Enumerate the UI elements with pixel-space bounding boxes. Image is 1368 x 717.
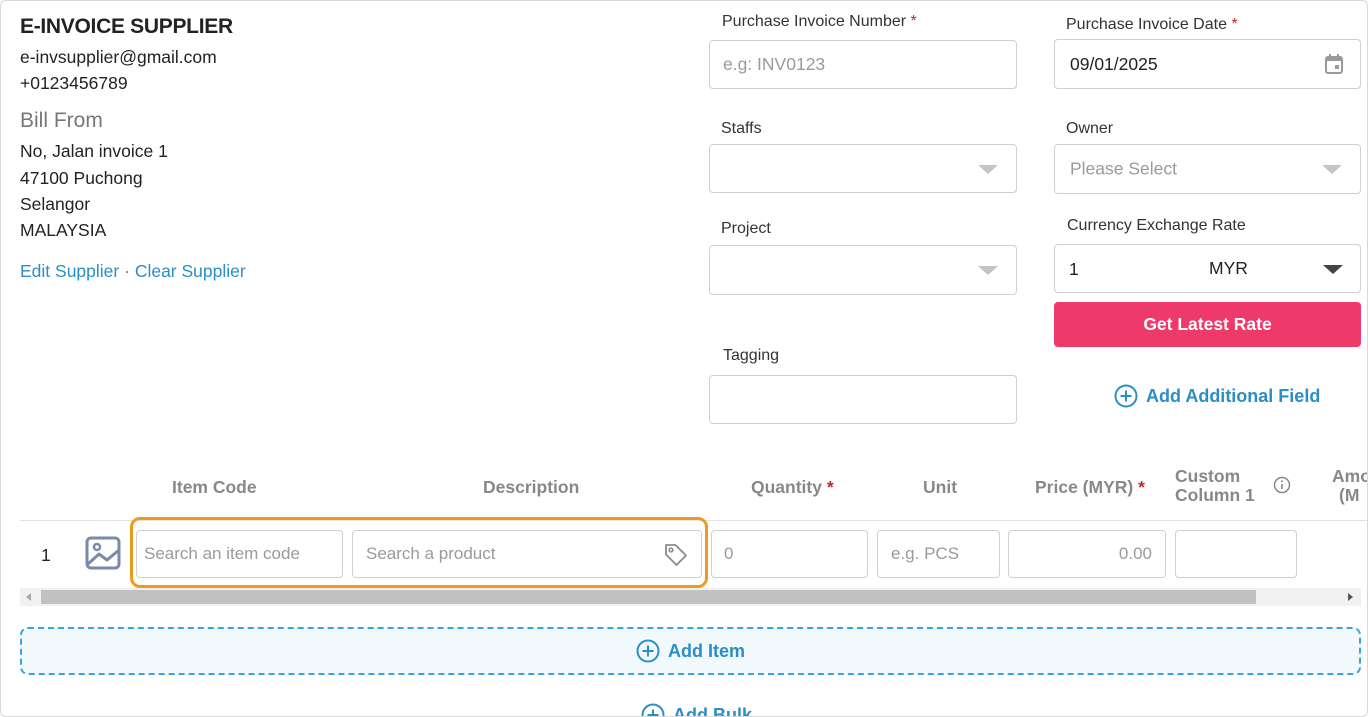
header-custom-line-2: Column 1: [1175, 485, 1255, 505]
header-unit: Unit: [923, 477, 958, 497]
add-additional-field-label: Add Additional Field: [1146, 385, 1321, 406]
invoice-number-field[interactable]: [709, 40, 1017, 89]
plus-circle-icon: [641, 703, 665, 716]
address-line-4: MALAYSIA: [20, 220, 107, 240]
invoice-number-input[interactable]: [710, 41, 1016, 88]
header-price: Price (MYR) *: [1035, 477, 1145, 498]
invoice-form-panel: E-INVOICE SUPPLIER e-invsupplier@gmail.c…: [0, 0, 1368, 717]
tagging-input[interactable]: [710, 376, 1016, 423]
header-amount-line-1: Amo: [1332, 466, 1368, 486]
owner-label: Owner: [1066, 120, 1114, 137]
add-item-label: Add Item: [667, 640, 745, 661]
calendar-icon[interactable]: [1325, 54, 1343, 74]
tagging-field[interactable]: [709, 375, 1017, 424]
add-bulk-label: Add Bulk: [673, 704, 752, 717]
required-asterisk: *: [910, 13, 917, 30]
price-input[interactable]: [1009, 531, 1165, 577]
address-line-2: 47100 Puchong: [20, 168, 143, 188]
address-line-3: Selangor: [20, 194, 91, 214]
invoice-date-label: Purchase Invoice Date *: [1066, 16, 1238, 34]
chevron-down-icon: [978, 266, 998, 275]
invoice-date-field[interactable]: [1054, 39, 1361, 89]
chevron-down-icon: [978, 164, 998, 174]
image-placeholder-icon[interactable]: [85, 536, 121, 570]
invoice-date-input[interactable]: [1055, 40, 1360, 88]
project-label: Project: [721, 220, 771, 237]
unit-field[interactable]: [877, 530, 1000, 578]
header-price-text: Price (MYR): [1035, 477, 1134, 497]
price-field[interactable]: [1008, 530, 1166, 578]
header-amount: Amo (M: [1332, 466, 1368, 505]
supplier-name: E-INVOICE SUPPLIER: [20, 15, 233, 38]
currency-rate-field[interactable]: 1 MYR: [1054, 244, 1361, 293]
header-description: Description: [483, 477, 580, 497]
row-number: 1: [41, 545, 51, 565]
header-quantity-text: Quantity: [751, 477, 822, 497]
invoice-date-label-text: Purchase Invoice Date: [1066, 16, 1227, 33]
invoice-number-label: Purchase Invoice Number *: [722, 13, 917, 31]
supplier-email: e-invsupplier@gmail.com: [20, 47, 217, 67]
header-custom-column-1: Custom Column 1: [1175, 467, 1255, 505]
owner-select[interactable]: Please Select: [1054, 144, 1361, 194]
chevron-down-icon[interactable]: [1323, 264, 1343, 274]
required-asterisk: *: [826, 477, 834, 497]
staffs-select[interactable]: [709, 144, 1017, 193]
unit-input[interactable]: [878, 531, 999, 577]
header-custom-line-1: Custom: [1175, 466, 1241, 486]
quantity-field[interactable]: [711, 530, 868, 578]
tagging-label: Tagging: [723, 347, 780, 364]
info-icon[interactable]: [1273, 476, 1291, 494]
header-amount-line-2: (M: [1339, 485, 1360, 505]
chevron-down-icon: [1322, 165, 1342, 174]
supplier-actions: Edit Supplier · Clear Supplier: [20, 261, 246, 282]
header-item-code: Item Code: [172, 477, 257, 497]
get-latest-rate-button[interactable]: Get Latest Rate: [1054, 302, 1361, 347]
clear-supplier-link[interactable]: Clear Supplier: [135, 261, 246, 281]
scroll-right-arrow-icon[interactable]: [1348, 593, 1353, 601]
link-separator: ·: [124, 261, 130, 281]
invoice-number-label-text: Purchase Invoice Number: [722, 13, 907, 30]
bill-from-heading: Bill From: [20, 109, 103, 132]
currency-code[interactable]: MYR: [1209, 258, 1248, 279]
search-fields-highlight: [130, 517, 708, 588]
custom-column-1-input[interactable]: [1176, 531, 1296, 577]
scroll-left-arrow-icon[interactable]: [26, 593, 31, 601]
plus-circle-icon: [1114, 384, 1138, 408]
plus-circle-icon: [636, 639, 660, 663]
currency-rate-label: Currency Exchange Rate: [1067, 217, 1246, 234]
supplier-phone: +0123456789: [20, 73, 128, 93]
scrollbar-thumb[interactable]: [41, 590, 1256, 604]
staffs-label: Staffs: [721, 120, 762, 137]
required-asterisk: *: [1138, 477, 1145, 497]
add-additional-field-button[interactable]: Add Additional Field: [1114, 384, 1320, 408]
owner-placeholder: Please Select: [1070, 158, 1178, 179]
project-select[interactable]: [709, 245, 1017, 295]
quantity-input[interactable]: [712, 531, 867, 577]
add-item-button[interactable]: Add Item: [20, 627, 1361, 675]
custom-column-1-field[interactable]: [1175, 530, 1297, 578]
address-line-1: No, Jalan invoice 1: [20, 141, 168, 161]
required-asterisk: *: [1231, 16, 1238, 33]
header-quantity: Quantity *: [751, 477, 834, 498]
exchange-rate-value[interactable]: 1: [1069, 259, 1079, 280]
add-bulk-button[interactable]: Add Bulk: [641, 703, 752, 717]
edit-supplier-link[interactable]: Edit Supplier: [20, 261, 119, 281]
